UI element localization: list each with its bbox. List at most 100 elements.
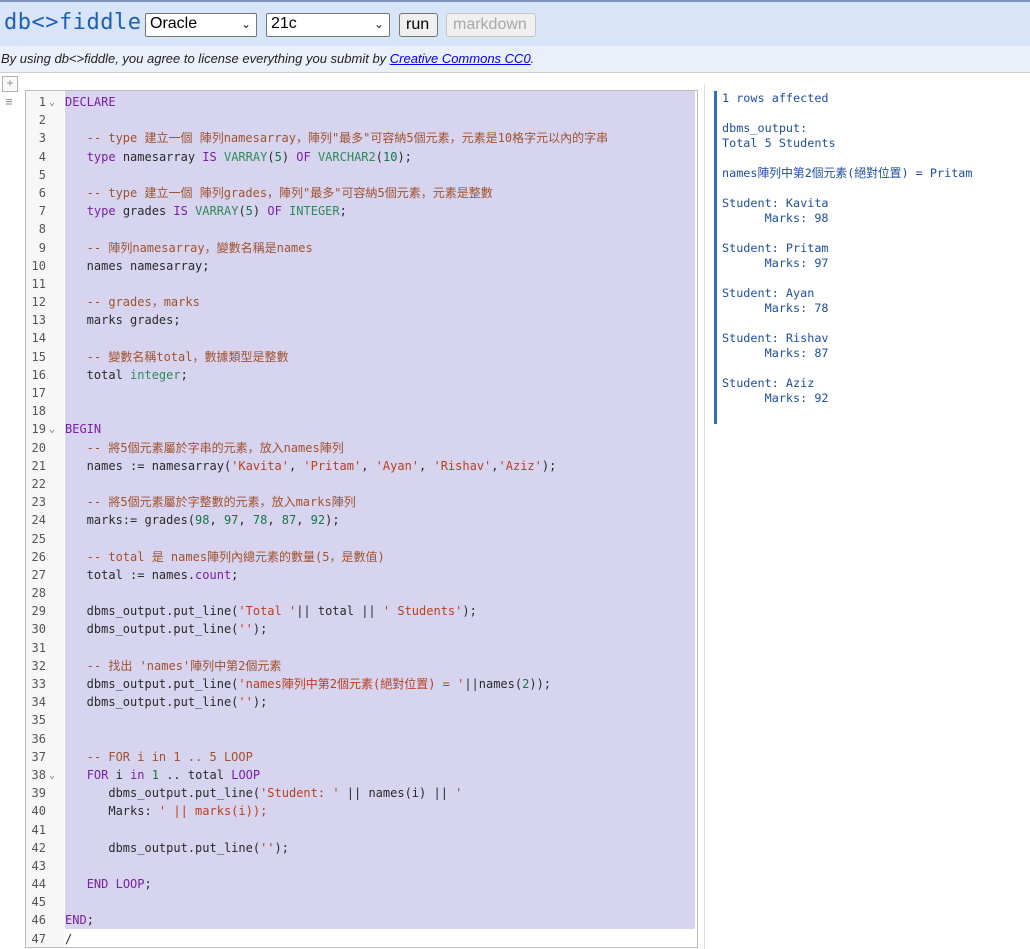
database-select-value: Oracle [150, 15, 198, 32]
line-code: END; [65, 913, 94, 928]
line-number: 14 [31, 331, 46, 346]
code-line[interactable]: 32 -- 找出 'names'陣列中第2個元素 [26, 657, 697, 675]
line-number: 5 [38, 167, 46, 182]
code-line[interactable]: 45 [26, 893, 697, 911]
line-code: total integer; [65, 367, 188, 382]
code-line[interactable]: 34 dbms_output.put_line(''); [26, 693, 697, 711]
add-batch-icon[interactable]: + [2, 76, 18, 92]
pane-resizer[interactable] [704, 84, 705, 949]
code-line[interactable]: 39 dbms_output.put_line('Student: ' || n… [26, 784, 697, 802]
code-line[interactable]: 20 -- 將5個元素屬於字串的元素，放入names陣列 [26, 439, 697, 457]
run-button[interactable]: run [399, 13, 438, 37]
code-editor[interactable]: 1 ⌄ DECLARE 2 3 -- type 建立一個 陣列namesarray，陣列… [25, 90, 698, 948]
code-line[interactable]: 27 total := names.count; [26, 566, 697, 584]
code-line[interactable]: 8 [26, 220, 697, 238]
line-number: 3 [38, 131, 46, 146]
code-line[interactable]: 1 ⌄ DECLARE [26, 93, 697, 111]
line-number: 24 [31, 513, 46, 528]
code-line[interactable]: 35 [26, 711, 697, 729]
code-line[interactable]: 17 [26, 384, 697, 402]
code-line[interactable]: 33 dbms_output.put_line('names陣列中第2個元素(絕… [26, 675, 697, 693]
code-line[interactable]: 47 / [26, 930, 697, 947]
line-number: 15 [31, 349, 46, 364]
code-line[interactable]: 31 [26, 639, 697, 657]
code-line[interactable]: 16 total integer; [26, 366, 697, 384]
version-select-value: 21c [271, 15, 297, 32]
code-line[interactable]: 19 ⌄ BEGIN [26, 420, 697, 438]
code-line[interactable]: 29 dbms_output.put_line('Total '|| total… [26, 602, 697, 620]
code-line[interactable]: 10 names namesarray; [26, 257, 697, 275]
code-line[interactable]: 42 dbms_output.put_line(''); [26, 839, 697, 857]
line-code: -- type 建立一個 陣列namesarray，陣列"最多"可容納5個元素，… [65, 131, 609, 146]
line-number: 1 [38, 95, 46, 109]
database-select[interactable]: Oracle ⌄ [145, 13, 257, 37]
code-line[interactable]: 18 [26, 402, 697, 420]
code-line[interactable]: 2 [26, 111, 697, 129]
line-number: 8 [38, 222, 46, 237]
line-number: 12 [31, 295, 46, 310]
code-line[interactable]: 6 -- type 建立一個 陣列grades，陣列"最多"可容納5個元素，元素… [26, 184, 697, 202]
code-line[interactable]: 15 -- 變數名稱total，數據類型是整數 [26, 348, 697, 366]
code-line[interactable]: 46 END; [26, 911, 697, 929]
line-number: 40 [31, 804, 46, 819]
menu-icon[interactable]: ≡ [2, 95, 16, 110]
output-line: Student: Pritam [722, 241, 829, 255]
fold-arrow-icon[interactable]: ⌄ [49, 767, 55, 785]
line-number: 20 [31, 440, 46, 455]
line-code: -- grades，marks [65, 295, 200, 310]
code-line[interactable]: 23 -- 將5個元素屬於字整數的元素，放入marks陣列 [26, 493, 697, 511]
code-line[interactable]: 28 [26, 584, 697, 602]
output-lines: 1 rows affected dbms_output: Total 5 Stude… [722, 91, 1022, 406]
code-line[interactable]: 41 [26, 821, 697, 839]
code-line[interactable]: 11 [26, 275, 697, 293]
code-line[interactable]: 43 [26, 857, 697, 875]
code-line[interactable]: 30 dbms_output.put_line(''); [26, 620, 697, 638]
line-number: 46 [31, 913, 46, 928]
output-line: names陣列中第2個元素(絕對位置) = Pritam [722, 166, 973, 180]
code-line[interactable]: 5 [26, 166, 697, 184]
line-code: dbms_output.put_line(''); [65, 840, 289, 855]
code-line[interactable]: 9 -- 陣列namesarray，變數名稱是names [26, 239, 697, 257]
code-line[interactable]: 12 -- grades，marks [26, 293, 697, 311]
code-line[interactable]: 3 -- type 建立一個 陣列namesarray，陣列"最多"可容納5個元… [26, 129, 697, 147]
fold-arrow-icon[interactable]: ⌄ [49, 421, 55, 439]
code-line[interactable]: 21 names := namesarray('Kavita', 'Pritam… [26, 457, 697, 475]
line-code: dbms_output.put_line('Student: ' || name… [65, 786, 463, 801]
license-link[interactable]: Creative Commons CC0 [390, 51, 531, 66]
line-code: -- 陣列namesarray，變數名稱是names [65, 240, 313, 255]
line-number: 26 [31, 549, 46, 564]
app-logo[interactable]: db<>fiddle [4, 10, 141, 35]
line-number: 9 [38, 240, 46, 255]
markdown-button[interactable]: markdown [446, 13, 536, 37]
output-line: Marks: 78 [722, 301, 829, 315]
license-notice: By using db<>fiddle, you agree to licens… [0, 46, 1030, 72]
code-line[interactable]: 25 [26, 530, 697, 548]
line-number: 11 [31, 276, 46, 291]
code-line[interactable]: 4 type namesarray IS VARRAY(5) OF VARCHA… [26, 148, 697, 166]
line-number: 4 [38, 149, 46, 164]
code-line[interactable]: 22 [26, 475, 697, 493]
line-code: DECLARE [65, 95, 116, 109]
code-line[interactable]: 24 marks:= grades(98, 97, 78, 87, 92); [26, 511, 697, 529]
line-code: -- 將5個元素屬於字串的元素，放入names陣列 [65, 440, 344, 455]
code-line[interactable]: 7 type grades IS VARRAY(5) OF INTEGER; [26, 202, 697, 220]
code-line[interactable]: 14 [26, 329, 697, 347]
code-line[interactable]: 40 Marks: ' || marks(i)); [26, 802, 697, 820]
code-line[interactable]: 44 END LOOP; [26, 875, 697, 893]
line-number: 36 [31, 731, 46, 746]
version-select[interactable]: 21c ⌄ [266, 13, 390, 37]
line-code: -- 將5個元素屬於字整數的元素，放入marks陣列 [65, 495, 356, 510]
line-code: FOR i in 1 .. total LOOP [86, 767, 261, 782]
fold-arrow-icon[interactable]: ⌄ [49, 94, 55, 112]
code-line[interactable]: 38 ⌄ FOR i in 1 .. total LOOP [26, 766, 697, 784]
code-line[interactable]: 36 [26, 730, 697, 748]
code-line[interactable]: 37 -- FOR i in 1 .. 5 LOOP [26, 748, 697, 766]
code-line[interactable]: 13 marks grades; [26, 311, 697, 329]
line-number: 35 [31, 713, 46, 728]
code-line[interactable]: 26 -- total 是 names陣列內總元素的數量(5，是數值) [26, 548, 697, 566]
line-number: 41 [31, 822, 46, 837]
line-number: 38 [31, 767, 46, 782]
